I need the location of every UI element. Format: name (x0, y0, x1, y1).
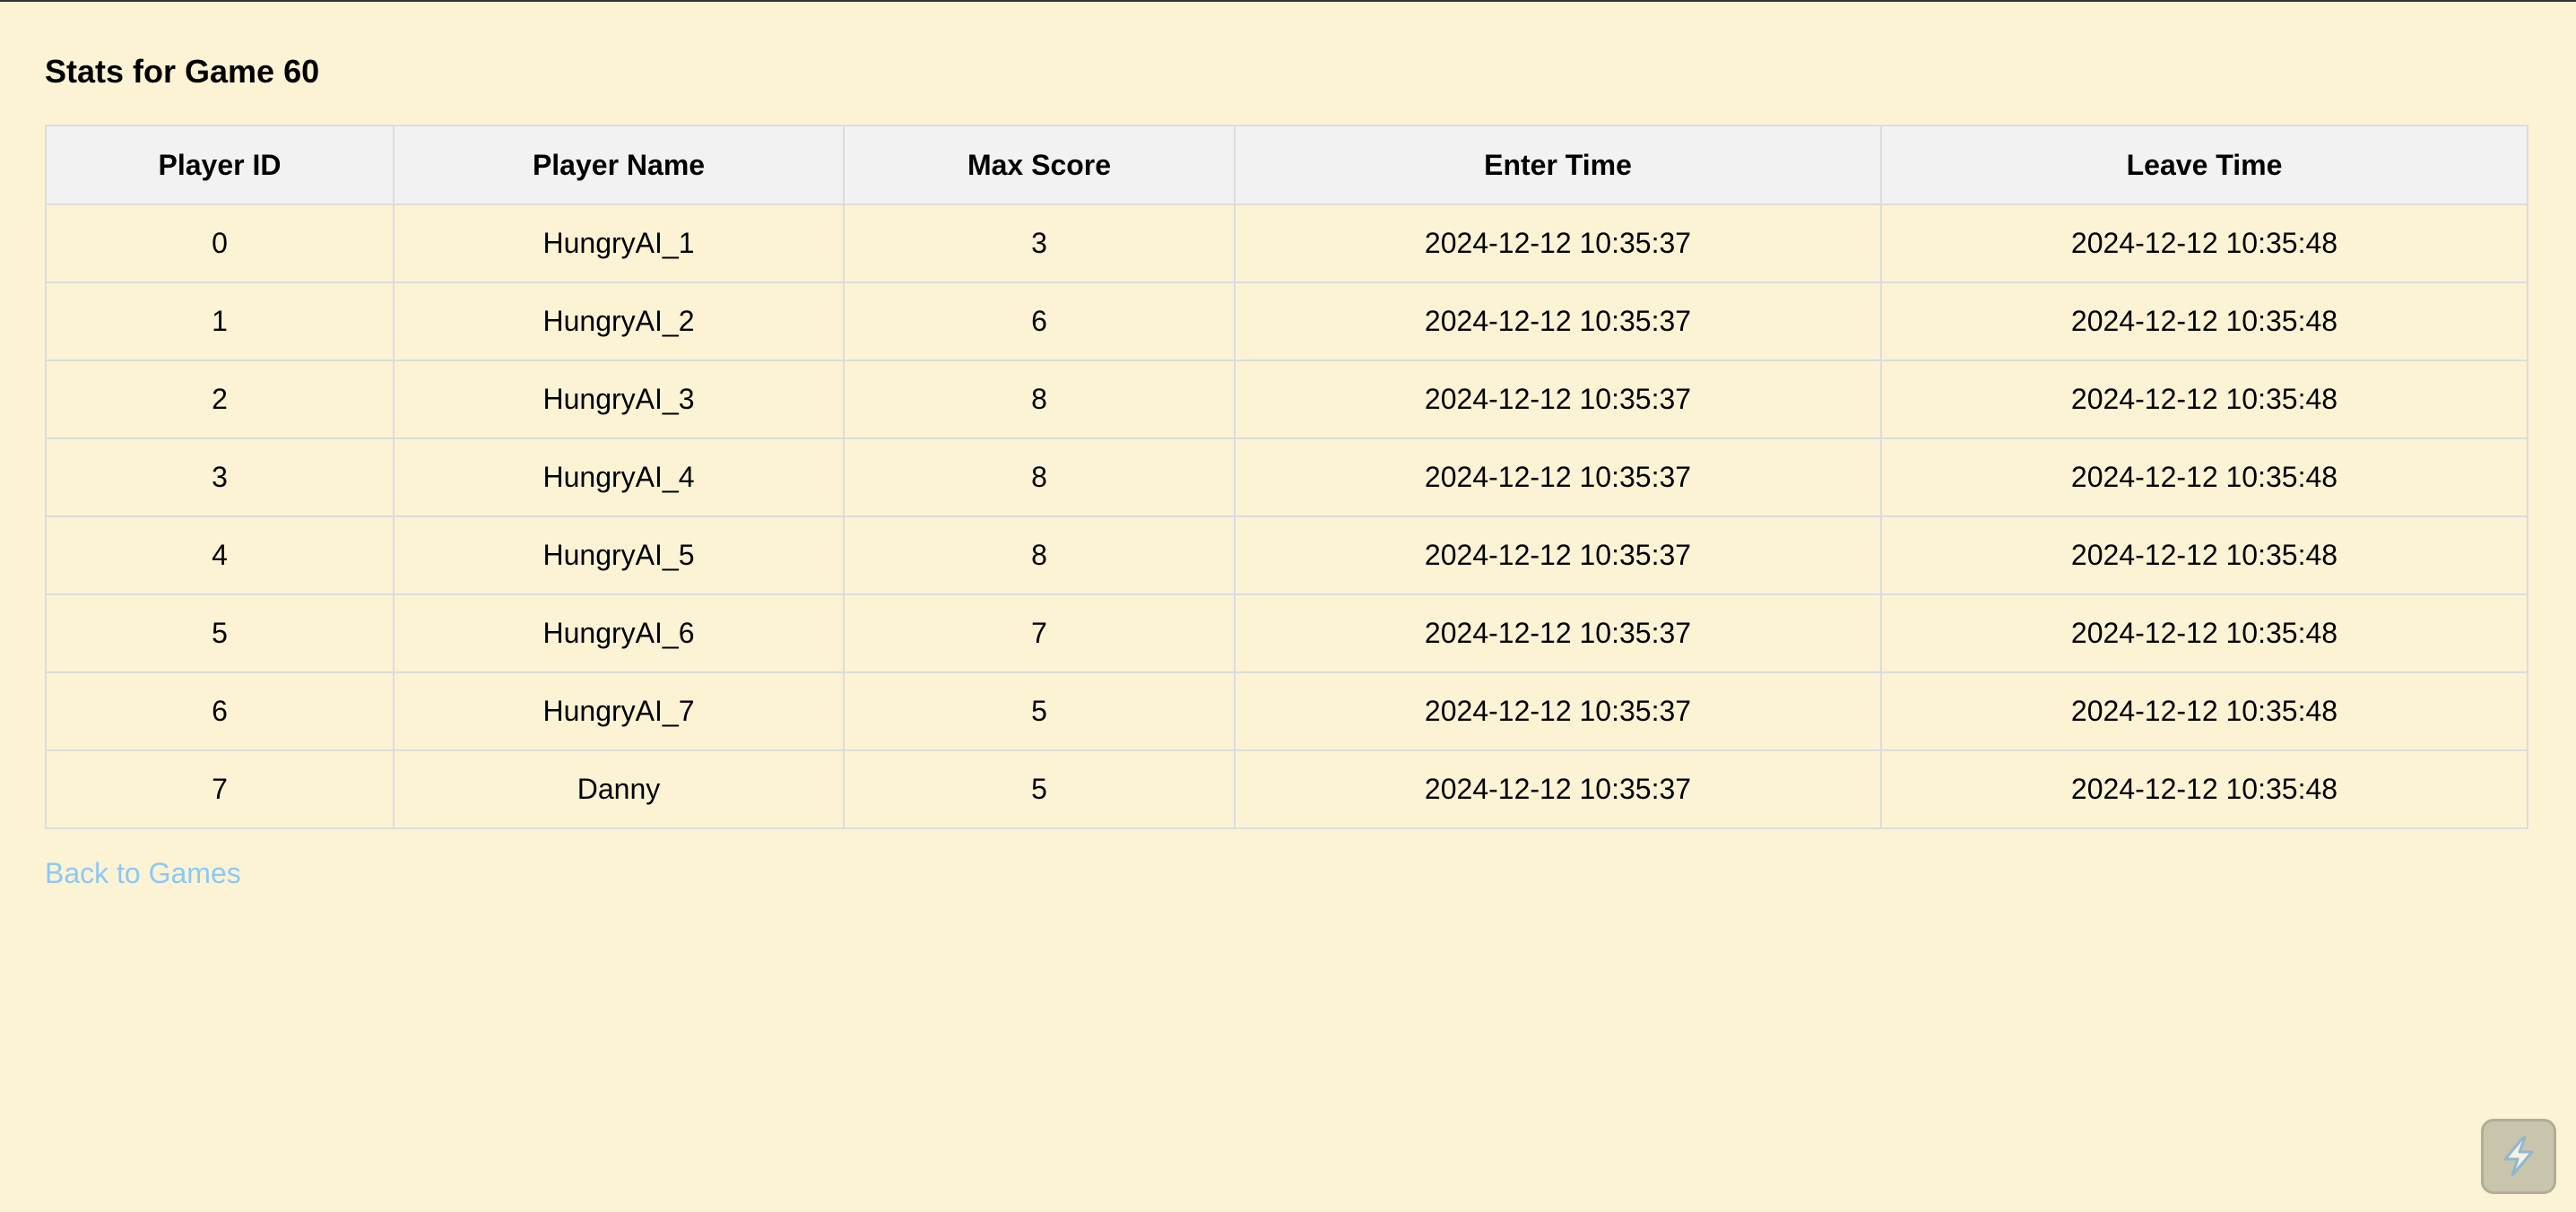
cell-player-name: HungryAI_7 (393, 671, 845, 751)
table-row: 0 HungryAI_1 3 2024-12-12 10:35:37 2024-… (45, 203, 2528, 283)
cell-leave-time: 2024-12-12 10:35:48 (1880, 593, 2528, 673)
cell-leave-time: 2024-12-12 10:35:48 (1880, 749, 2528, 829)
cell-player-name: HungryAI_4 (393, 437, 845, 517)
table-row: 2 HungryAI_3 8 2024-12-12 10:35:37 2024-… (45, 359, 2528, 439)
table-row: 1 HungryAI_2 6 2024-12-12 10:35:37 2024-… (45, 281, 2528, 361)
cell-enter-time: 2024-12-12 10:35:37 (1234, 671, 1882, 751)
cell-enter-time: 2024-12-12 10:35:37 (1234, 515, 1882, 595)
table-row: 4 HungryAI_5 8 2024-12-12 10:35:37 2024-… (45, 515, 2528, 595)
cell-enter-time: 2024-12-12 10:35:37 (1234, 749, 1882, 829)
table-row: 7 Danny 5 2024-12-12 10:35:37 2024-12-12… (45, 749, 2528, 829)
cell-player-name: Danny (393, 749, 845, 829)
column-header-max-score: Max Score (843, 125, 1236, 205)
cell-player-id: 0 (45, 203, 395, 283)
table-row: 6 HungryAI_7 5 2024-12-12 10:35:37 2024-… (45, 671, 2528, 751)
column-header-enter-time: Enter Time (1234, 125, 1882, 205)
back-to-games-link[interactable]: Back to Games (45, 855, 241, 891)
cell-max-score: 8 (843, 515, 1236, 595)
cell-max-score: 5 (843, 671, 1236, 751)
floating-widget-button[interactable] (2481, 1119, 2556, 1194)
cell-enter-time: 2024-12-12 10:35:37 (1234, 359, 1882, 439)
cell-player-name: HungryAI_2 (393, 281, 845, 361)
cell-player-name: HungryAI_5 (393, 515, 845, 595)
cell-leave-time: 2024-12-12 10:35:48 (1880, 281, 2528, 361)
cell-leave-time: 2024-12-12 10:35:48 (1880, 359, 2528, 439)
cell-max-score: 6 (843, 281, 1236, 361)
cell-leave-time: 2024-12-12 10:35:48 (1880, 671, 2528, 751)
cell-leave-time: 2024-12-12 10:35:48 (1880, 203, 2528, 283)
cell-max-score: 5 (843, 749, 1236, 829)
cell-player-id: 3 (45, 437, 395, 517)
cell-max-score: 3 (843, 203, 1236, 283)
page-title: Stats for Game 60 (45, 53, 320, 90)
table-row: 5 HungryAI_6 7 2024-12-12 10:35:37 2024-… (45, 593, 2528, 673)
cell-player-id: 1 (45, 281, 395, 361)
cell-enter-time: 2024-12-12 10:35:37 (1234, 203, 1882, 283)
cell-max-score: 8 (843, 437, 1236, 517)
cell-player-id: 4 (45, 515, 395, 595)
cell-leave-time: 2024-12-12 10:35:48 (1880, 437, 2528, 517)
table-header-row: Player ID Player Name Max Score Enter Ti… (45, 125, 2528, 205)
table-row: 3 HungryAI_4 8 2024-12-12 10:35:37 2024-… (45, 437, 2528, 517)
cell-player-id: 6 (45, 671, 395, 751)
lightning-bolt-icon (2503, 1136, 2534, 1177)
cell-enter-time: 2024-12-12 10:35:37 (1234, 437, 1882, 517)
cell-player-name: HungryAI_3 (393, 359, 845, 439)
cell-enter-time: 2024-12-12 10:35:37 (1234, 593, 1882, 673)
cell-player-name: HungryAI_1 (393, 203, 845, 283)
cell-player-id: 7 (45, 749, 395, 829)
cell-player-id: 2 (45, 359, 395, 439)
cell-max-score: 7 (843, 593, 1236, 673)
column-header-player-id: Player ID (45, 125, 395, 205)
stats-table: Player ID Player Name Max Score Enter Ti… (45, 125, 2528, 829)
cell-max-score: 8 (843, 359, 1236, 439)
column-header-player-name: Player Name (393, 125, 845, 205)
column-header-leave-time: Leave Time (1880, 125, 2528, 205)
cell-player-id: 5 (45, 593, 395, 673)
cell-player-name: HungryAI_6 (393, 593, 845, 673)
cell-enter-time: 2024-12-12 10:35:37 (1234, 281, 1882, 361)
cell-leave-time: 2024-12-12 10:35:48 (1880, 515, 2528, 595)
